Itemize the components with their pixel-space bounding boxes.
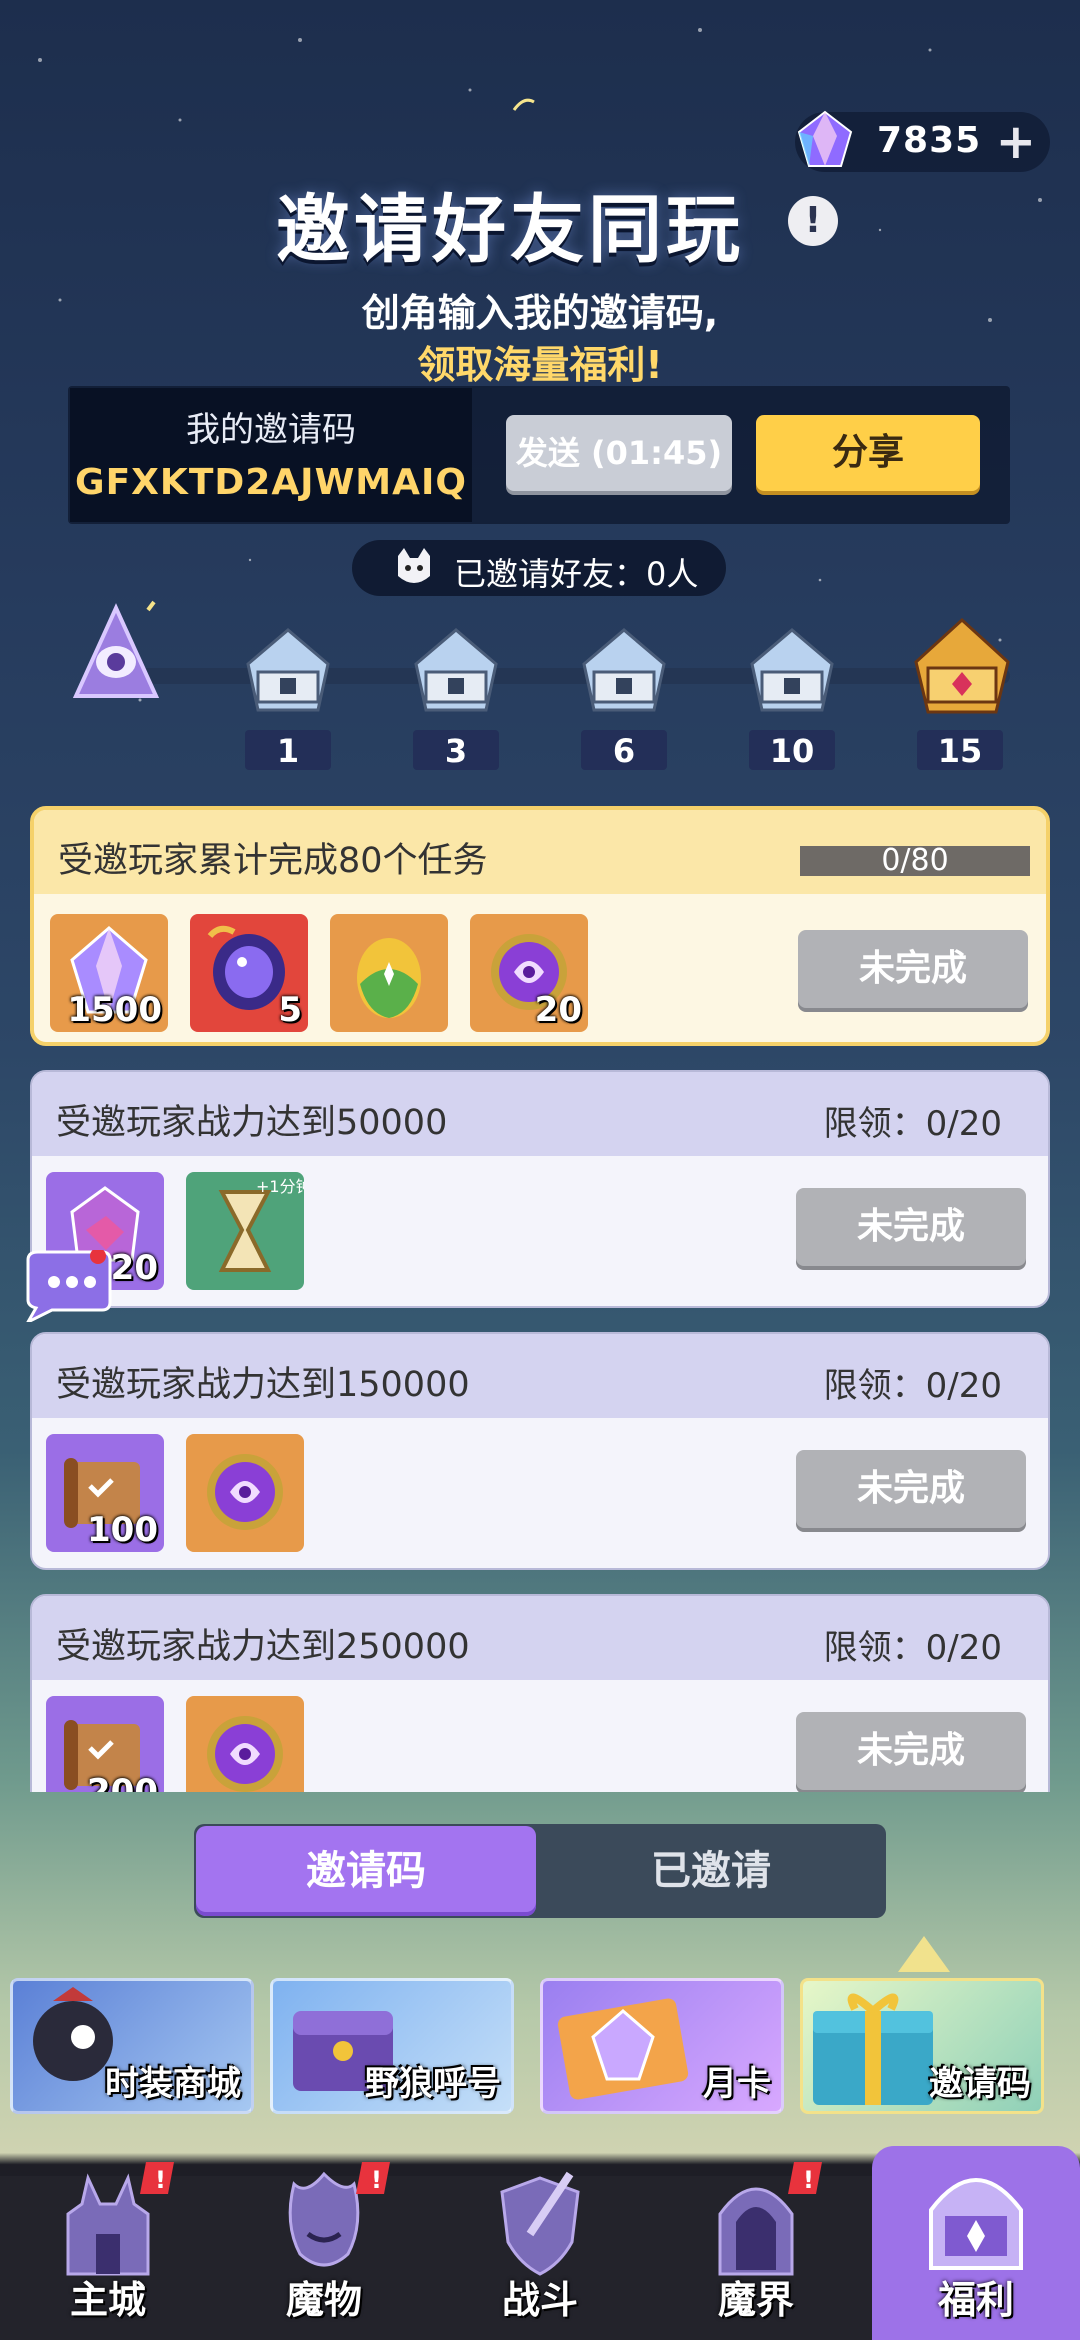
hourglass-tag: +1分钟 (256, 1177, 304, 1196)
incomplete-button[interactable]: 未完成 (798, 930, 1028, 1008)
egg-icon (357, 938, 421, 1018)
task-limit: 限领：0/20 (823, 1628, 1002, 1668)
reward-item[interactable]: +1分钟 (186, 1172, 304, 1290)
reward-item[interactable] (186, 1434, 304, 1552)
milestone-count: 3 (413, 730, 499, 770)
reward-quantity: 20 (534, 990, 582, 1030)
cat-icon (398, 548, 430, 583)
milestone-chest-6[interactable] (574, 624, 674, 716)
nav-welfare[interactable]: 福利 (872, 2146, 1080, 2340)
incomplete-button[interactable]: 未完成 (796, 1188, 1026, 1266)
milestone-chest-15[interactable] (908, 616, 1016, 716)
reward-quantity: 1500 (67, 990, 162, 1030)
reward-item[interactable]: 100 (46, 1434, 164, 1552)
reward-item[interactable]: 5 (190, 914, 308, 1032)
milestone-count: 6 (581, 730, 667, 770)
task-card: 受邀玩家战力达到150000 限领：0/20 100 未完成 (30, 1332, 1050, 1570)
invite-code-value[interactable]: GFXKTD2AJWMAIQ (70, 462, 472, 503)
banner-label: 月卡 (703, 2064, 771, 2104)
mascot-icon (72, 600, 160, 698)
reward-quantity: 20 (110, 1248, 158, 1288)
shield-sword-icon (500, 2171, 580, 2276)
nav-label: 魔界 (717, 2278, 794, 2322)
task-title: 受邀玩家累计完成80个任务 (58, 841, 488, 881)
invited-count: 已邀请好友：0人 (352, 540, 726, 596)
purple-orb-icon (207, 1716, 283, 1792)
svg-text:!: ! (155, 2166, 166, 2194)
milestone-count: 10 (749, 730, 835, 770)
banner-label: 邀请码 (929, 2064, 1031, 2104)
banner-wolf-call[interactable]: 野狼呼号 (270, 1978, 514, 2114)
task-progress-bar: 0/80 (800, 843, 1030, 878)
milestone-chest-10[interactable] (742, 624, 842, 716)
hourglass-icon: +1分钟 (218, 1177, 304, 1272)
task-card: 受邀玩家累计完成80个任务 0/80 1500 5 20 未完成 (30, 806, 1050, 1046)
currency-value: 7835 (877, 120, 982, 161)
invited-count-text: 已邀请好友：0人 (454, 555, 699, 593)
task-card-header: 受邀玩家累计完成80个任务 0/80 (34, 810, 1046, 894)
task-title: 受邀玩家战力达到50000 (56, 1103, 448, 1143)
task-title: 受邀玩家战力达到250000 (56, 1627, 470, 1667)
send-button[interactable]: 发送 (01:45) (506, 415, 732, 491)
milestone-chest-1[interactable] (238, 624, 338, 716)
reward-item[interactable] (186, 1696, 304, 1792)
svg-text:!: ! (371, 2166, 382, 2194)
reward-item[interactable]: 20 (470, 914, 588, 1032)
reward-item[interactable] (330, 914, 448, 1032)
alert-badge-icon: ! (140, 2162, 174, 2194)
nav-main-city[interactable]: ! 主城 (0, 2150, 216, 2340)
milestone-count: 1 (245, 730, 331, 770)
banner-fashion-shop[interactable]: 时装商城 (10, 1978, 254, 2114)
task-card-header: 受邀玩家战力达到50000 限领：0/20 (32, 1072, 1048, 1156)
reward-quantity: 200 (87, 1772, 158, 1792)
reward-quantity: 5 (278, 990, 302, 1030)
tab-invited[interactable]: 已邀请 (536, 1826, 886, 1916)
banner-monthly-card[interactable]: 月卡 (540, 1978, 784, 2114)
banner-label: 时装商城 (105, 2064, 241, 2104)
task-card: 受邀玩家战力达到50000 限领：0/20 20 +1分钟 未完成 (30, 1070, 1050, 1308)
svg-text:!: ! (803, 2166, 814, 2194)
task-card-header: 受邀玩家战力达到250000 限领：0/20 (32, 1596, 1048, 1680)
task-progress-text: 0/80 (881, 843, 949, 878)
invite-code-label: 我的邀请码 (186, 410, 356, 450)
milestone-chest-3[interactable] (406, 624, 506, 716)
subtitle-line-2: 领取海量福利! (417, 343, 663, 387)
selected-arrow-icon (898, 1936, 950, 1972)
alert-badge-icon: ! (356, 2162, 390, 2194)
task-limit: 限领：0/20 (823, 1104, 1002, 1144)
task-title: 受邀玩家战力达到150000 (56, 1365, 470, 1405)
nav-demon-realm[interactable]: ! 魔界 (648, 2150, 864, 2340)
add-currency-button[interactable]: + (996, 114, 1036, 170)
chat-icon[interactable] (18, 1250, 112, 1322)
task-list[interactable]: 受邀玩家累计完成80个任务 0/80 1500 5 20 未完成 受邀玩家战力达… (30, 800, 1052, 1792)
share-button[interactable]: 分享 (756, 415, 980, 491)
task-card: 受邀玩家战力达到250000 限领：0/20 200 未完成 (30, 1594, 1050, 1792)
welfare-chest-icon (929, 2178, 1023, 2270)
nav-label: 福利 (937, 2278, 1014, 2322)
purple-orb-icon (207, 1454, 283, 1530)
gem-icon (797, 110, 853, 167)
nav-label: 主城 (69, 2278, 146, 2322)
nav-label: 魔物 (285, 2278, 362, 2322)
nav-label: 战斗 (501, 2278, 578, 2322)
incomplete-button[interactable]: 未完成 (796, 1450, 1026, 1528)
tab-invite-code[interactable]: 邀请码 (196, 1826, 536, 1916)
reward-item[interactable]: 1500 (50, 914, 168, 1032)
incomplete-button[interactable]: 未完成 (796, 1712, 1026, 1790)
task-limit: 限领：0/20 (823, 1366, 1002, 1406)
alert-badge-icon: ! (788, 2162, 822, 2194)
milestone-count: 15 (917, 730, 1003, 770)
info-icon[interactable]: ! (788, 196, 838, 246)
banner-label: 野狼呼号 (365, 2064, 501, 2104)
subtitle-line-1: 创角输入我的邀请码, (361, 291, 719, 335)
reward-item[interactable]: 200 (46, 1696, 164, 1792)
banner-invite-code[interactable]: 邀请码 (800, 1978, 1044, 2114)
nav-battle[interactable]: 战斗 (432, 2150, 648, 2340)
task-card-header: 受邀玩家战力达到150000 限领：0/20 (32, 1334, 1048, 1418)
currency-counter: 7835 + (795, 110, 1050, 172)
reward-quantity: 100 (87, 1510, 158, 1550)
page-title: 邀请好友同玩 (276, 187, 744, 273)
nav-monsters[interactable]: ! 魔物 (216, 2150, 432, 2340)
